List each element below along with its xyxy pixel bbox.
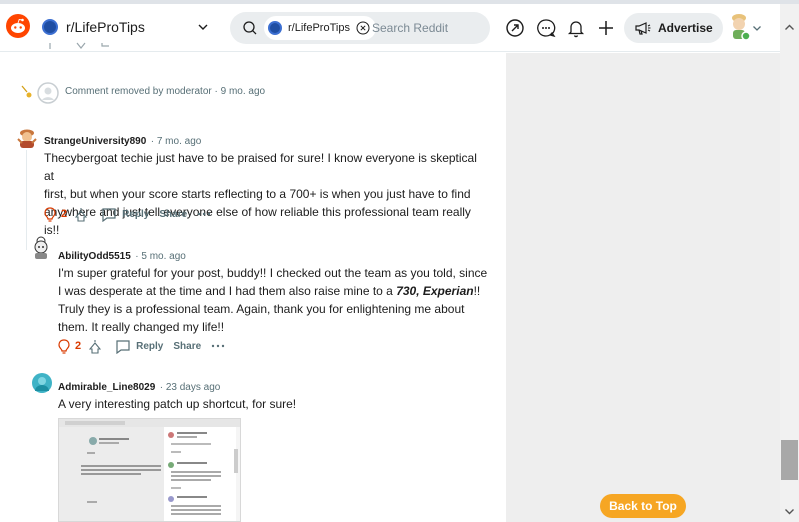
back-to-top-button[interactable]: Back to Top (600, 494, 686, 518)
page: r/LifeProTips r/LifeProTips Search Reddi… (0, 0, 799, 522)
downvote-icon[interactable] (75, 207, 88, 222)
search-bar[interactable]: r/LifeProTips Search Reddit (230, 12, 490, 44)
comment-text: I was desperate at the time and I had th… (58, 284, 397, 298)
chevron-down-icon[interactable] (751, 22, 763, 34)
comment-line: first, but when your score starts reflec… (44, 187, 471, 201)
comment-emphasis: 730, Experian (396, 284, 474, 298)
image-content (59, 419, 240, 521)
removed-comment-text: Comment removed by moderator (65, 86, 212, 97)
comment-image[interactable] (58, 418, 241, 522)
comment-header: StrangeUniversity890 · 7 mo. ago (44, 131, 201, 149)
comment-time: 23 days ago (165, 382, 221, 393)
reply-button[interactable]: Reply (136, 341, 163, 352)
create-post-plus-icon[interactable] (596, 18, 616, 38)
search-scope-chip[interactable]: r/LifeProTips (264, 16, 376, 40)
close-icon[interactable] (356, 21, 370, 35)
thread-line[interactable] (26, 150, 27, 250)
upvote-icon[interactable] (58, 338, 70, 354)
comment-body: Thecybergoat techie just have to be prai… (44, 149, 484, 239)
scrollbar-thumb[interactable] (781, 440, 798, 480)
comment-line: them. It really changed my life!! (58, 320, 225, 334)
comment-header: AbilityOdd5515 · 5 mo. ago (58, 246, 186, 264)
scroll-up-arrow-icon[interactable] (784, 22, 795, 33)
comment-line: I was desperate at the time and I had th… (58, 282, 498, 300)
reply-icon[interactable] (100, 42, 116, 50)
user-avatar[interactable] (29, 235, 53, 261)
username[interactable]: StrangeUniversity890 (44, 136, 146, 147)
search-icon (243, 21, 257, 35)
downvote-icon[interactable] (74, 42, 88, 50)
more-options-icon[interactable] (197, 212, 211, 216)
comment-time: 5 mo. ago (141, 251, 186, 262)
chevron-down-icon[interactable] (196, 20, 210, 34)
comment-time: 7 mo. ago (156, 136, 202, 147)
search-scope-label: r/LifeProTips (288, 22, 350, 34)
comment-body: I'm super grateful for your post, buddy!… (58, 264, 498, 336)
user-avatar[interactable] (16, 127, 38, 149)
scroll-down-arrow-icon[interactable] (784, 506, 795, 517)
comment-bubble-icon[interactable] (101, 207, 117, 222)
deleted-user-avatar (37, 82, 59, 104)
subreddit-name: r/LifeProTips (66, 19, 145, 35)
notification-bell-icon[interactable] (566, 18, 586, 38)
reddit-logo-icon[interactable] (6, 14, 30, 38)
user-avatar[interactable] (726, 12, 752, 42)
share-button[interactable]: Share (173, 341, 201, 352)
removed-comment-meta: Comment removed by moderator · 9 mo. ago (65, 86, 265, 97)
subreddit-avatar (42, 19, 58, 35)
top-header: r/LifeProTips r/LifeProTips Search Reddi… (0, 4, 780, 52)
vote-count: 2 (75, 340, 82, 352)
subreddit-avatar (268, 21, 282, 35)
user-avatar[interactable] (32, 373, 52, 393)
right-sidebar (506, 53, 780, 522)
search-input[interactable]: Search Reddit (372, 21, 448, 35)
comment-line: Thecybergoat techie just have to be prai… (44, 151, 477, 183)
comment-bubble-icon[interactable] (115, 339, 131, 354)
comment-body: A very interesting patch up shortcut, fo… (58, 397, 297, 411)
collapse-thread-line-icon[interactable] (20, 84, 34, 100)
removed-comment-time: 9 mo. ago (220, 86, 266, 97)
vote-count: 2 (61, 208, 68, 220)
reply-button[interactable]: Reply (122, 209, 149, 220)
comment-line: I'm super grateful for your post, buddy!… (58, 266, 488, 280)
username[interactable]: AbilityOdd5515 (58, 251, 131, 262)
comment-actions: 2 Reply Share (44, 206, 211, 222)
subreddit-selector[interactable]: r/LifeProTips (42, 12, 145, 42)
more-options-icon[interactable] (211, 344, 225, 348)
username[interactable]: Admirable_Line8029 (58, 382, 155, 393)
comment-header: Admirable_Line8029 · 23 days ago (58, 377, 220, 395)
share-button[interactable]: Share (159, 209, 187, 220)
comment-line: Truly they is a professional team. Again… (58, 302, 465, 316)
advertise-button[interactable]: Advertise (624, 13, 723, 43)
comment-text: !! (473, 284, 481, 298)
upvote-icon[interactable] (44, 42, 56, 50)
megaphone-icon (635, 22, 651, 35)
popular-icon[interactable] (505, 18, 525, 38)
upvote-icon[interactable] (44, 206, 56, 222)
downvote-icon[interactable] (89, 339, 102, 354)
comment-actions: 2 Reply Share (58, 338, 225, 354)
advertise-label: Advertise (658, 21, 713, 35)
chat-icon[interactable] (536, 18, 556, 38)
